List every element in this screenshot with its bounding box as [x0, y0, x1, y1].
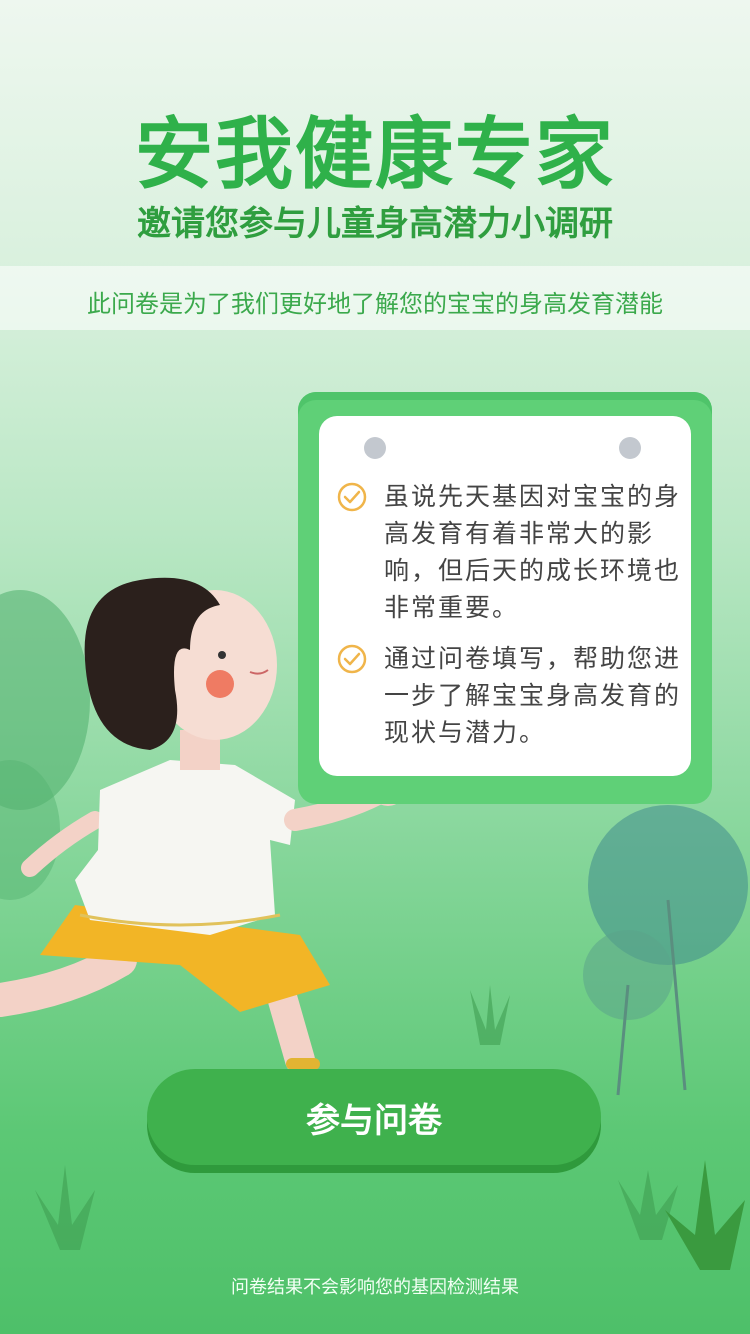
- tree-shape: [583, 930, 673, 1020]
- page-subtitle: 邀请您参与儿童身高潜力小调研: [137, 204, 613, 244]
- check-circle-icon: [337, 644, 367, 674]
- page-title: 安我健康专家: [134, 110, 615, 200]
- pin-icon: [364, 437, 386, 459]
- card-item-text: 通过问卷填写，帮助您进一步了解宝宝身高发育的现状与潜力。: [384, 644, 682, 747]
- info-banner-text: 此问卷是为了我们更好地了解您的宝宝的身高发育潜能: [87, 290, 663, 318]
- grass-tuft: [665, 1160, 745, 1270]
- footer-note: 问卷结果不会影响您的基因检测结果: [231, 1277, 519, 1298]
- join-survey-button[interactable]: 参与问卷: [147, 1069, 601, 1165]
- pin-icon: [619, 437, 641, 459]
- check-circle-icon: [337, 482, 367, 512]
- card-item-text: 虽说先天基因对宝宝的身高发育有着非常大的影响，但后天的成长环境也非常重要。: [384, 482, 682, 622]
